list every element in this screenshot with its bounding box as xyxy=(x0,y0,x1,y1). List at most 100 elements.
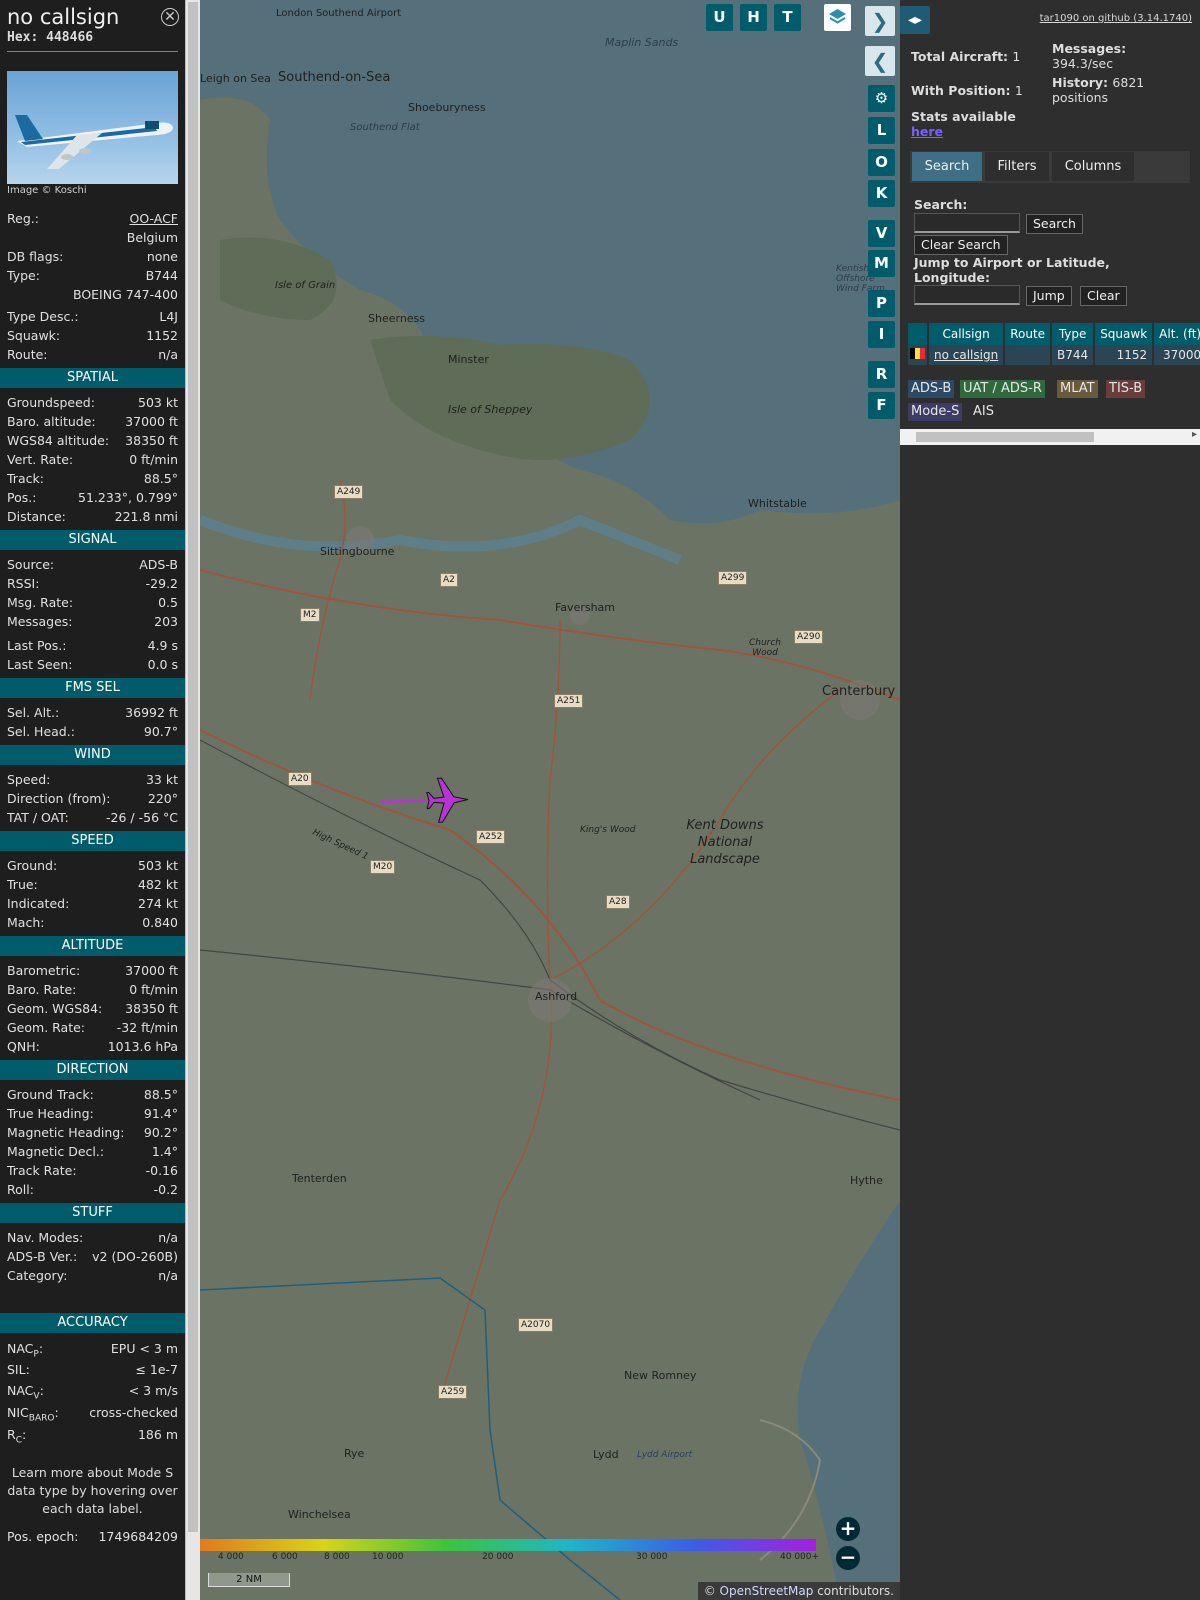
toggle-button-l[interactable]: L xyxy=(868,117,895,144)
accuracy-section: NACP: EPU < 3 m SIL: ≤ 1e-7 NACV: < 3 m/s N… xyxy=(0,1338,185,1446)
jump-label: Jump to Airport or Latitude, Longitude: xyxy=(914,255,1110,285)
section-header-altitude: ALTITUDE xyxy=(0,936,185,956)
table-header-row: Callsign Route Type Squawk Alt. (ft) S xyxy=(908,323,1200,345)
tab-filters[interactable]: Filters xyxy=(985,152,1049,181)
toggle-button-v[interactable]: V xyxy=(868,220,895,247)
toggle-button-r[interactable]: R xyxy=(868,361,895,388)
info-row: Direction (from): 220° xyxy=(7,791,178,806)
info-row: TAT / OAT: -26 / -56 °C xyxy=(7,810,178,825)
stuff-section: Nav. Modes: n/a ADS-B Ver.: v2 (DO-260B) C… xyxy=(0,1228,185,1285)
info-row: RC: 186 m xyxy=(7,1427,178,1446)
signal-section: Source: ADS-B RSSI: -29.2 Msg. Rate: 0.5 Me… xyxy=(0,555,185,674)
zoom-in-icon[interactable]: + xyxy=(836,1517,860,1541)
scrollbar-thumb[interactable] xyxy=(916,432,1094,442)
toggle-button-t[interactable]: T xyxy=(774,4,801,31)
info-row: QNH: 1013.6 hPa xyxy=(7,1039,178,1054)
toggle-button-u[interactable]: U xyxy=(706,4,733,31)
info-row: Squawk: 1152 xyxy=(7,328,178,343)
info-row: Baro. altitude: 37000 ft xyxy=(7,414,178,429)
chevron-left-icon[interactable]: ❮ xyxy=(865,46,895,76)
info-row: NACV: < 3 m/s xyxy=(7,1383,178,1402)
column-header-type[interactable]: Type xyxy=(1051,323,1096,345)
info-row: Msg. Rate: 0.5 xyxy=(7,595,178,610)
road-label: A259 xyxy=(438,1385,468,1399)
info-row: BOEING 747-400 xyxy=(72,287,178,302)
jump-input[interactable] xyxy=(914,285,1020,305)
registration-link[interactable]: OO-ACF xyxy=(129,209,178,228)
place-label: Tenterden xyxy=(292,1172,347,1185)
map-base-layer xyxy=(200,0,900,1600)
info-row: Indicated: 274 kt xyxy=(7,896,178,911)
info-row: Ground: 503 kt xyxy=(7,858,178,873)
image-credit: Image © Koschi xyxy=(7,185,87,196)
layers-icon[interactable] xyxy=(824,4,851,31)
source-tag-uat: UAT / ADS-R xyxy=(960,380,1045,398)
toggle-button-o[interactable]: O xyxy=(868,149,895,176)
scroll-right-icon[interactable]: ▸ xyxy=(1192,429,1197,440)
table-horizontal-scrollbar[interactable]: ▸ xyxy=(900,429,1200,445)
search-input[interactable] xyxy=(914,213,1020,233)
section-header-fms: FMS SEL xyxy=(0,678,185,698)
tab-search[interactable]: Search xyxy=(912,152,982,181)
road-label: M20 xyxy=(370,860,396,874)
aircraft-marker[interactable] xyxy=(426,777,469,823)
stats-link[interactable]: here xyxy=(911,124,1016,139)
section-header-speed: SPEED xyxy=(0,831,185,851)
tab-columns[interactable]: Columns xyxy=(1052,152,1134,181)
table-row[interactable]: no callsign B744 1152 37000 xyxy=(908,345,1200,365)
section-header-direction: DIRECTION xyxy=(0,1060,185,1080)
info-row: Last Seen: 0.0 s xyxy=(7,657,178,672)
place-label: Lydd Airport xyxy=(637,1450,693,1460)
place-label: New Romney xyxy=(624,1369,697,1382)
place-label: Hythe xyxy=(850,1174,883,1187)
scrollbar-thumb[interactable] xyxy=(188,2,198,1532)
info-row: Type Desc.: L4J xyxy=(7,309,178,324)
clear-button[interactable]: Clear xyxy=(1080,286,1127,306)
row-type: B744 xyxy=(1051,345,1096,365)
info-row: Roll: -0.2 xyxy=(7,1182,178,1197)
search-button[interactable]: Search xyxy=(1026,214,1083,234)
column-header-callsign[interactable]: Callsign xyxy=(928,323,1006,345)
column-header-route[interactable]: Route xyxy=(1004,323,1053,345)
aircraft-photo[interactable] xyxy=(7,71,178,184)
info-row: Groundspeed: 503 kt xyxy=(7,395,178,410)
info-row: Source: ADS-B xyxy=(7,557,178,572)
source-tag-mlat: MLAT xyxy=(1057,380,1098,398)
toggle-button-p[interactable]: P xyxy=(868,290,895,317)
toggle-button-f[interactable]: F xyxy=(868,392,895,419)
flag-column-header[interactable] xyxy=(908,323,929,345)
section-header-signal: SIGNAL xyxy=(0,530,185,550)
toggle-button-i[interactable]: I xyxy=(868,321,895,348)
place-label: Minster xyxy=(448,353,489,366)
jump-button[interactable]: Jump xyxy=(1026,286,1072,306)
toggle-button-k[interactable]: K xyxy=(868,180,895,207)
info-row: RSSI: -29.2 xyxy=(7,576,178,591)
osm-link[interactable]: OpenStreetMap xyxy=(720,1584,814,1598)
section-header-wind: WIND xyxy=(0,745,185,765)
info-row: Sel. Head.: 90.7° xyxy=(7,724,178,739)
zoom-out-icon[interactable]: − xyxy=(836,1546,860,1570)
info-row: Pos.: 51.233°, 0.799° xyxy=(7,490,178,505)
info-row: Last Pos.: 4.9 s xyxy=(7,638,178,653)
place-label: Lydd xyxy=(593,1448,619,1461)
source-tag-tisb: TIS-B xyxy=(1106,380,1146,398)
altitude-section: Barometric: 37000 ft Baro. Rate: 0 ft/min … xyxy=(0,961,185,1056)
map-view[interactable]: Southend-on-Sea Shoeburyness London Sout… xyxy=(200,0,900,1600)
clear-search-button[interactable]: Clear Search xyxy=(914,235,1008,255)
github-link[interactable]: tar1090 on github (3.14.1740) xyxy=(1040,13,1192,24)
info-row: Sel. Alt.: 36992 ft xyxy=(7,705,178,720)
chevron-right-icon[interactable]: ❯ xyxy=(865,6,895,36)
column-header-squawk[interactable]: Squawk xyxy=(1094,323,1155,345)
row-callsign-link[interactable]: no callsign xyxy=(928,345,1006,365)
close-icon[interactable]: ✕ xyxy=(161,8,179,26)
column-header-altitude[interactable]: Alt. (ft) xyxy=(1153,323,1200,345)
toggle-button-h[interactable]: H xyxy=(740,4,767,31)
section-header-spatial: SPATIAL xyxy=(0,368,185,388)
epoch-section: Pos. epoch: 1749684209 xyxy=(0,1527,185,1546)
gear-icon[interactable]: ⚙ xyxy=(868,85,895,112)
info-row: Distance: 221.8 nmi xyxy=(7,509,178,524)
left-panel-scrollbar[interactable] xyxy=(185,0,200,1600)
expand-collapse-icon[interactable]: ◂▸ xyxy=(900,6,930,34)
toggle-button-m[interactable]: M xyxy=(868,250,895,277)
section-header-stuff: STUFF xyxy=(0,1203,185,1223)
